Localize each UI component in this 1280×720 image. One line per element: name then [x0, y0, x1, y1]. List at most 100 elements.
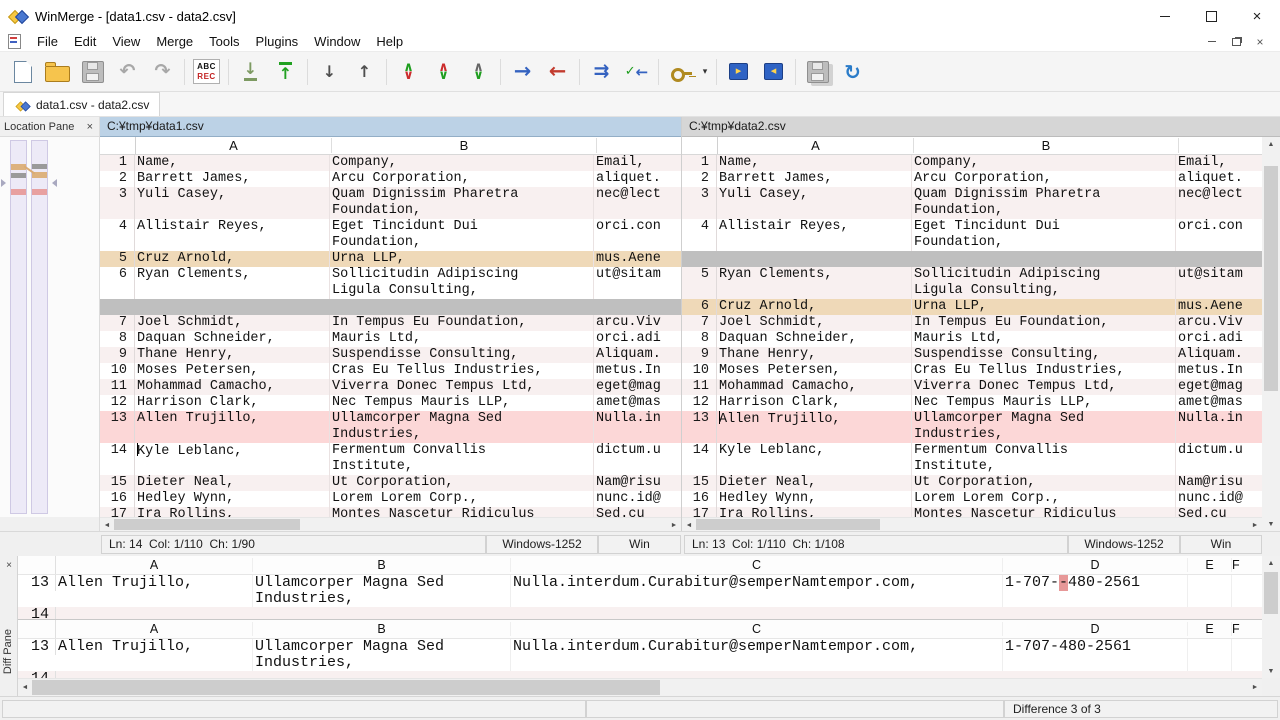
merge-mode-button[interactable]: ∧ ∨ — [461, 55, 496, 89]
left-editor[interactable]: 1 Name, Company, Email, 2 Barrett James, Arcu … — [100, 155, 681, 517]
table-row[interactable]: 15 Dieter Neal, Ut Corporation, Nam@risu — [100, 475, 681, 491]
tab-data1-data2[interactable]: data1.csv - data2.csv — [3, 92, 161, 116]
table-row[interactable]: 14 Kyle Leblanc, Fermentum Convallis Instit… — [682, 443, 1262, 475]
table-row[interactable]: 9 Thane Henry, Suspendisse Consulting, Aliq… — [682, 347, 1262, 363]
cell-e[interactable] — [1188, 575, 1232, 607]
menu-tools[interactable]: Tools — [201, 32, 247, 51]
maximize-button[interactable] — [1188, 0, 1234, 32]
table-row[interactable]: 17 Ira Rollins, Montes Nascetur Ridiculus S… — [682, 507, 1262, 517]
scrollbar-thumb[interactable] — [32, 680, 660, 695]
line-number[interactable]: 1 — [100, 155, 135, 171]
table-row[interactable]: 2 Barrett James, Arcu Corporation, aliquet. — [682, 171, 1262, 187]
cell-c[interactable]: orci.adi — [594, 331, 681, 347]
line-number[interactable] — [682, 251, 717, 267]
cell-a[interactable]: Yuli Casey, — [135, 187, 330, 219]
cell-c[interactable]: amet@mas — [1176, 395, 1262, 411]
cell-a[interactable]: Allen Trujillo, — [135, 411, 330, 443]
plugin-dropdown[interactable]: ▾ — [698, 55, 712, 89]
cell-a[interactable]: Allen Trujillo, — [56, 639, 253, 671]
cell-c[interactable]: eget@mag — [594, 379, 681, 395]
table-row[interactable]: 7 Joel Schmidt, In Tempus Eu Foundation, ar… — [100, 315, 681, 331]
menu-plugins[interactable]: Plugins — [248, 32, 307, 51]
cell-c[interactable]: nec@lect — [594, 187, 681, 219]
table-row[interactable]: 1 Name, Company, Email, — [100, 155, 681, 171]
mdi-minimize-button[interactable] — [1200, 33, 1224, 50]
diff-horizontal-scrollbar[interactable]: ◄ ► — [18, 678, 1262, 696]
auto-merge-button[interactable]: ✓ ← — [619, 55, 654, 89]
scrollbar-thumb[interactable] — [1264, 166, 1278, 391]
line-number[interactable]: 12 — [682, 395, 717, 411]
cell-a[interactable]: Dieter Neal, — [135, 475, 330, 491]
cell-c[interactable]: Aliquam. — [1176, 347, 1262, 363]
close-button[interactable]: × — [1234, 0, 1280, 32]
diff-column-header[interactable]: D — [1003, 622, 1188, 636]
table-row[interactable]: 11 Mohammad Camacho, Viverra Donec Tempus … — [100, 379, 681, 395]
location-bar-left[interactable] — [10, 140, 27, 514]
cell-c[interactable]: orci.adi — [1176, 331, 1262, 347]
cell-c[interactable]: nec@lect — [1176, 187, 1262, 219]
menu-file[interactable]: File — [29, 32, 66, 51]
location-bar-right[interactable] — [31, 140, 48, 514]
line-number[interactable]: 17 — [100, 507, 135, 517]
previous-file-button[interactable]: ◂ — [756, 55, 791, 89]
cell-a[interactable]: Daquan Schneider, — [717, 331, 912, 347]
line-number[interactable]: 3 — [100, 187, 135, 219]
diff-marker[interactable] — [32, 189, 47, 195]
cell-a[interactable]: Cruz Arnold, — [135, 251, 330, 267]
line-number[interactable]: 17 — [682, 507, 717, 517]
line-number[interactable]: 6 — [100, 267, 135, 299]
copy-right-button[interactable]: → — [505, 55, 540, 89]
line-number[interactable]: 7 — [100, 315, 135, 331]
line-number[interactable]: 13 — [18, 639, 56, 655]
line-number[interactable]: 7 — [682, 315, 717, 331]
line-number[interactable]: 16 — [100, 491, 135, 507]
line-number[interactable]: 2 — [100, 171, 135, 187]
cell-b[interactable]: Fermentum Convallis Institute, — [912, 443, 1176, 475]
diff-vertical-scrollbar[interactable]: ▲ ▼ — [1262, 556, 1280, 678]
cell-b[interactable]: In Tempus Eu Foundation, — [330, 315, 594, 331]
new-button[interactable] — [5, 55, 40, 89]
line-number[interactable]: 13 — [682, 411, 717, 443]
diff-column-header[interactable]: C — [511, 558, 1003, 572]
diff-column-header[interactable]: E — [1188, 622, 1232, 636]
cell-b[interactable]: Mauris Ltd, — [330, 331, 594, 347]
line-number[interactable]: 12 — [100, 395, 135, 411]
cell-c[interactable]: ut@sitam — [1176, 267, 1262, 299]
cell-c[interactable]: Email, — [594, 155, 681, 171]
cell-a[interactable]: Mohammad Camacho, — [135, 379, 330, 395]
cell-a[interactable]: Allistair Reyes, — [717, 219, 912, 251]
table-row[interactable]: 14 — [18, 607, 1262, 619]
cell-b[interactable]: Company, — [330, 155, 594, 171]
table-row[interactable]: 5 Ryan Clements, Sollicitudin Adipiscing Li… — [682, 267, 1262, 299]
cell-c[interactable]: amet@mas — [594, 395, 681, 411]
scroll-right-icon[interactable]: ► — [1248, 518, 1262, 532]
cell-b[interactable]: Cras Eu Tellus Industries, — [912, 363, 1176, 379]
table-row[interactable]: 14 — [18, 671, 1262, 678]
table-row[interactable]: 4 Allistair Reyes, Eget Tincidunt Dui Found… — [100, 219, 681, 251]
line-number[interactable]: 14 — [682, 443, 717, 475]
cell-c[interactable]: mus.Aene — [594, 251, 681, 267]
cell-b[interactable]: Ut Corporation, — [912, 475, 1176, 491]
diff-column-header[interactable]: B — [253, 622, 511, 636]
cell-b[interactable]: Suspendisse Consulting, — [912, 347, 1176, 363]
line-number[interactable]: 10 — [100, 363, 135, 379]
cell-c[interactable]: Nam@risu — [1176, 475, 1262, 491]
next-conflict-button[interactable]: ∧ ∨ — [391, 55, 426, 89]
table-row[interactable]: 8 Daquan Schneider, Mauris Ltd, orci.adi — [100, 331, 681, 347]
cell-a[interactable]: Name, — [717, 155, 912, 171]
table-row[interactable]: 14 Kyle Leblanc, Fermentum Convallis Instit… — [100, 443, 681, 475]
table-row[interactable]: 13 Allen Trujillo, Ullamcorper Magna Sed In… — [682, 411, 1262, 443]
undo-button[interactable]: ↶ — [110, 55, 145, 89]
line-number[interactable]: 5 — [682, 267, 717, 299]
line-number[interactable]: 8 — [682, 331, 717, 347]
cell-a[interactable]: Barrett James, — [717, 171, 912, 187]
cell-b[interactable]: Eget Tincidunt Dui Foundation, — [330, 219, 594, 251]
menu-window[interactable]: Window — [306, 32, 368, 51]
table-row[interactable]: 13 Allen Trujillo, Ullamcorper Magna Sed In… — [18, 639, 1262, 671]
cell-c[interactable]: arcu.Viv — [594, 315, 681, 331]
cell-a[interactable]: Kyle Leblanc, — [717, 443, 912, 475]
line-number[interactable]: 13 — [100, 411, 135, 443]
cell-b[interactable]: Mauris Ltd, — [912, 331, 1176, 347]
menu-view[interactable]: View — [104, 32, 148, 51]
cell-a[interactable]: Barrett James, — [135, 171, 330, 187]
